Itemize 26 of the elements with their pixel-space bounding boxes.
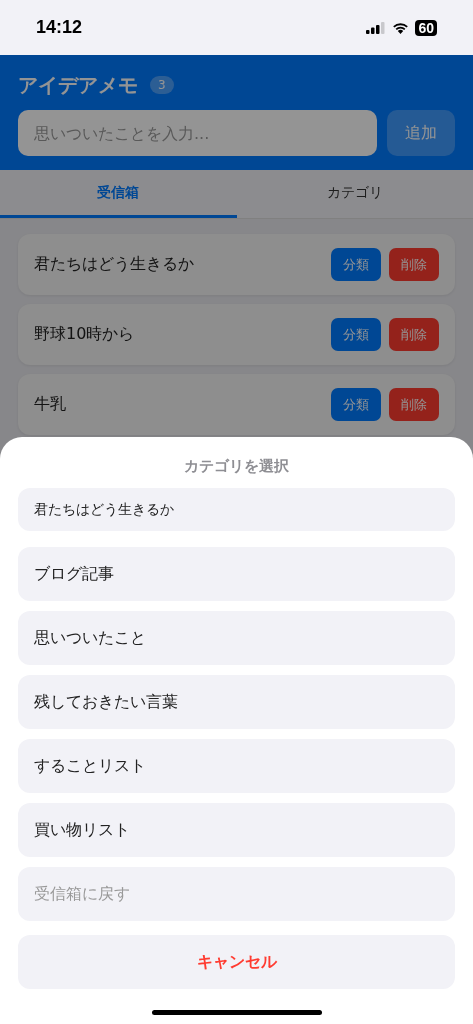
battery-level: 60 xyxy=(418,19,434,36)
category-option[interactable]: 思いついたこと xyxy=(18,611,455,665)
classify-button[interactable]: 分類 xyxy=(331,248,381,281)
classify-button[interactable]: 分類 xyxy=(331,318,381,351)
return-option[interactable]: 受信箱に戻す xyxy=(18,867,455,921)
category-option[interactable]: 買い物リスト xyxy=(18,803,455,857)
signal-icon xyxy=(366,21,387,34)
memo-input-field[interactable]: 思いついたことを入力... xyxy=(18,110,377,156)
tab[interactable]: 受信箱 xyxy=(0,170,237,218)
clock-time: 14:12 xyxy=(36,17,83,38)
cancel-button[interactable]: キャンセル xyxy=(18,935,455,989)
category-option[interactable]: ブログ記事 xyxy=(18,547,455,601)
delete-button[interactable]: 削除 xyxy=(389,248,439,281)
delete-button[interactable]: 削除 xyxy=(389,388,439,421)
tab[interactable]: カテゴリ xyxy=(236,170,473,218)
memo-text: 君たちはどう生きるか xyxy=(34,254,195,275)
classify-button[interactable]: 分類 xyxy=(331,388,381,421)
sheet-title: カテゴリを選択 xyxy=(183,457,290,476)
app-title: アイデアメモ xyxy=(18,71,138,99)
memo-option[interactable]: 君たちはどう生きるか xyxy=(18,488,455,531)
wifi-icon xyxy=(392,21,410,34)
memo-text: 野球10時から xyxy=(34,324,136,345)
category-option[interactable]: することリスト xyxy=(18,739,455,793)
category-option[interactable]: 残しておきたい言葉 xyxy=(18,675,455,729)
delete-button[interactable]: 削除 xyxy=(389,318,439,351)
memo-text: 牛乳 xyxy=(34,394,67,415)
